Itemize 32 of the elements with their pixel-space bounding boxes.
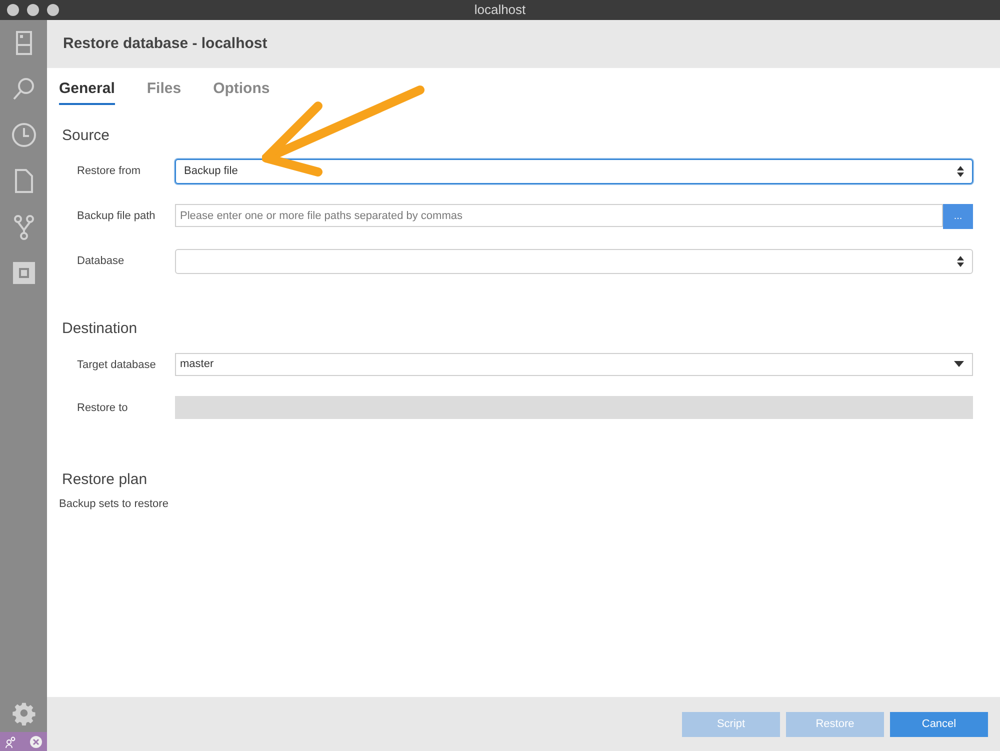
minimize-window-button[interactable] [27,4,39,16]
section-heading: Destination [61,319,138,339]
maximize-window-button[interactable] [47,4,59,16]
dialog-title: Restore database - localhost [63,34,268,54]
close-window-button[interactable] [7,4,19,16]
extensions-icon[interactable] [10,260,36,286]
section-heading: Restore plan [61,470,148,490]
caret-icon [954,361,964,367]
browse-button[interactable]: ... [943,204,973,229]
spinner-arrows-icon [957,166,964,177]
tab[interactable]: Options [213,78,270,104]
settings-icon[interactable] [12,702,36,726]
people-icon[interactable] [5,736,17,748]
search-icon[interactable] [10,76,36,102]
clock-icon[interactable] [10,122,36,148]
field-label: Target database [77,358,157,372]
section-heading: Source [61,126,111,146]
select-field[interactable] [175,249,973,274]
field-label: Restore from [77,164,142,179]
tab[interactable]: General [59,78,115,104]
select-field[interactable]: Backup file [175,159,973,184]
window-title: localhost [474,1,526,20]
dialog-button[interactable]: Cancel [890,712,988,736]
field-label: Database [77,254,126,269]
field-label: Restore to [77,400,129,416]
tab[interactable]: Files [146,78,182,104]
section-subtitle: Backup sets to restore [59,497,170,512]
field-label: Backup file path [77,209,156,224]
dropdown-field[interactable]: master [175,352,973,376]
file-path-field[interactable]: Please enter one or more file paths separated by commas [175,204,943,227]
close-icon[interactable] [30,736,42,748]
spinner-arrows-icon [957,256,964,267]
